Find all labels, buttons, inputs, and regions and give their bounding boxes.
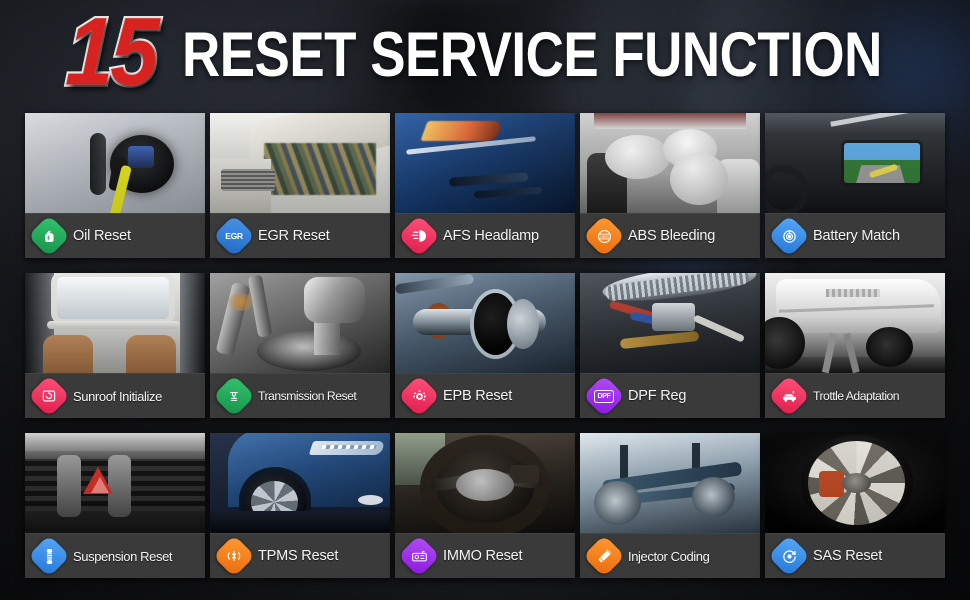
- function-count: 15: [62, 0, 160, 108]
- card-label: Injector Coding: [628, 548, 710, 564]
- function-card-sas-reset[interactable]: SAS Reset: [765, 433, 945, 578]
- suspension-icon: [27, 534, 71, 578]
- function-card-immo-reset[interactable]: IMMO Reset: [395, 433, 575, 578]
- function-card-transmission-reset[interactable]: Transmission Reset: [210, 273, 390, 418]
- card-thumbnail: [580, 113, 760, 213]
- card-thumbnail: [765, 433, 945, 533]
- function-card-trottle-adaptation[interactable]: Trottle Adaptation: [765, 273, 945, 418]
- card-label-bar: Sunroof Initialize: [25, 373, 205, 418]
- sunroof-icon: [27, 374, 71, 418]
- card-label-bar: EPB Reset: [395, 373, 575, 418]
- function-card-battery-match[interactable]: Battery Match: [765, 113, 945, 258]
- card-label-bar: Injector Coding: [580, 533, 760, 578]
- card-thumbnail: [210, 273, 390, 373]
- card-label: TPMS Reset: [258, 548, 339, 564]
- card-label: SAS Reset: [813, 548, 883, 564]
- card-label-bar: SAS Reset: [765, 533, 945, 578]
- card-label-bar: Transmission Reset: [210, 373, 390, 418]
- abs-brake-icon: ABS: [582, 214, 626, 258]
- card-thumbnail: [580, 433, 760, 533]
- card-label-bar: Battery Match: [765, 213, 945, 258]
- card-label-bar: EGR EGR Reset: [210, 213, 390, 258]
- card-label: ABS Bleeding: [628, 228, 716, 244]
- banner-header: 15 RESET SERVICE FUNCTION: [0, 0, 970, 110]
- function-card-sunroof-initialize[interactable]: Sunroof Initialize: [25, 273, 205, 418]
- card-label: EGR Reset: [258, 228, 330, 244]
- card-label-bar: AFS Headlamp: [395, 213, 575, 258]
- card-thumbnail: [395, 273, 575, 373]
- card-label: EPB Reset: [443, 388, 513, 404]
- card-thumbnail: [210, 113, 390, 213]
- card-label-bar: IMMO Reset: [395, 533, 575, 578]
- card-label: Transmission Reset: [258, 389, 357, 403]
- function-card-injector-coding[interactable]: Injector Coding: [580, 433, 760, 578]
- function-card-dpf-reg[interactable]: DPF DPF Reg: [580, 273, 760, 418]
- card-thumbnail: [395, 433, 575, 533]
- function-card-egr-reset[interactable]: EGR EGR Reset: [210, 113, 390, 258]
- function-card-afs-headlamp[interactable]: AFS Headlamp: [395, 113, 575, 258]
- throttle-car-icon: [767, 374, 811, 418]
- card-label-bar: DPF DPF Reg: [580, 373, 760, 418]
- card-thumbnail: [765, 273, 945, 373]
- function-card-tpms-reset[interactable]: TPMS Reset: [210, 433, 390, 578]
- card-label: Battery Match: [813, 228, 900, 244]
- injector-icon: [582, 534, 626, 578]
- card-thumbnail: [25, 273, 205, 373]
- function-card-suspension-reset[interactable]: Suspension Reset: [25, 433, 205, 578]
- card-label: IMMO Reset: [443, 548, 523, 564]
- card-thumbnail: [25, 113, 205, 213]
- card-label-bar: TPMS Reset: [210, 533, 390, 578]
- card-label: Oil Reset: [73, 228, 131, 244]
- card-label-bar: Oil Reset: [25, 213, 205, 258]
- card-label-bar: Trottle Adaptation: [765, 373, 945, 418]
- epb-gear-icon: [397, 374, 441, 418]
- card-label-bar: Suspension Reset: [25, 533, 205, 578]
- card-thumbnail: [395, 113, 575, 213]
- oil-can-icon: [27, 214, 71, 258]
- immo-key-icon: [397, 534, 441, 578]
- card-label: Sunroof Initialize: [73, 388, 162, 404]
- dpf-text-icon: DPF: [582, 374, 626, 418]
- battery-match-icon: [767, 214, 811, 258]
- card-label: Trottle Adaptation: [813, 389, 900, 403]
- function-card-abs-bleeding[interactable]: ABS ABS Bleeding: [580, 113, 760, 258]
- card-thumbnail: [765, 113, 945, 213]
- transmission-gear-icon: [212, 374, 256, 418]
- card-thumbnail: [580, 273, 760, 373]
- function-card-epb-reset[interactable]: EPB Reset: [395, 273, 575, 418]
- card-label: DPF Reg: [628, 388, 687, 404]
- card-thumbnail: [210, 433, 390, 533]
- tpms-icon: [212, 534, 256, 578]
- headlamp-icon: [397, 214, 441, 258]
- card-label-bar: ABS ABS Bleeding: [580, 213, 760, 258]
- svg-text:ABS: ABS: [599, 234, 608, 239]
- card-label: AFS Headlamp: [443, 228, 539, 244]
- card-thumbnail: [25, 433, 205, 533]
- page-title: RESET SERVICE FUNCTION: [181, 20, 882, 90]
- promo-banner: 15 RESET SERVICE FUNCTION Oil Reset EGR …: [0, 0, 970, 600]
- function-grid: Oil Reset EGR EGR Reset AFS Headlamp ABS…: [25, 113, 945, 578]
- function-card-oil-reset[interactable]: Oil Reset: [25, 113, 205, 258]
- sas-steering-icon: [767, 534, 811, 578]
- card-label: Suspension Reset: [73, 548, 173, 564]
- egr-text-icon: EGR: [212, 214, 256, 258]
